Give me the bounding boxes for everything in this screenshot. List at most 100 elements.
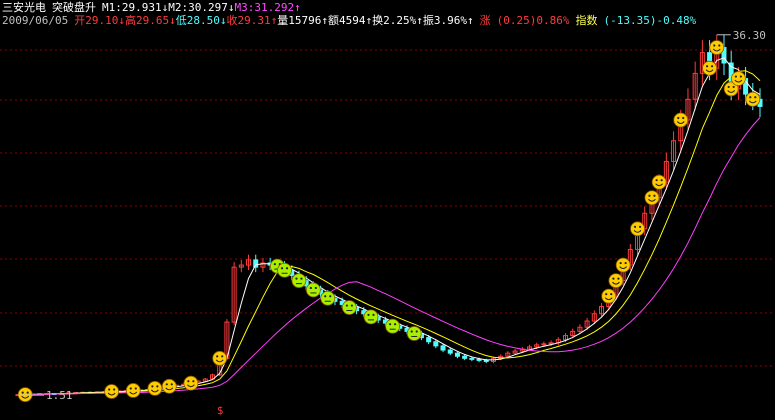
- smiley-eye: [610, 293, 613, 296]
- smiley-icon: [104, 384, 120, 399]
- smiley-face: [212, 350, 228, 366]
- smiley-face: [651, 174, 667, 190]
- smiley-eye: [26, 391, 29, 394]
- smiley-icon: [709, 40, 725, 55]
- smiley-face: [601, 288, 617, 304]
- smiley-eye: [653, 194, 656, 197]
- smiley-eye: [300, 277, 303, 280]
- candle-body: [426, 337, 432, 343]
- smiley-face: [147, 380, 163, 396]
- smiley-face: [644, 190, 660, 206]
- smiley-eye: [739, 75, 742, 78]
- smiley-eye: [410, 330, 413, 333]
- smiley-icon: [651, 174, 667, 190]
- smiley-face: [125, 383, 141, 398]
- candle-body: [440, 345, 446, 351]
- neutral-smiley-icon: [291, 273, 307, 289]
- smiley-eye: [21, 391, 24, 394]
- smiley-face: [709, 40, 725, 55]
- smiley-icon: [673, 112, 689, 128]
- max-price-label: 36.30: [733, 29, 766, 42]
- smiley-eye: [324, 295, 327, 298]
- neutral-smiley-icon: [277, 262, 292, 278]
- smiley-face: [615, 257, 631, 273]
- smiley-eye: [345, 304, 348, 307]
- signal-marker: $: [217, 404, 224, 417]
- ma-mid-line: [18, 70, 761, 396]
- smiley-icon: [644, 190, 660, 206]
- candle-body: [447, 349, 453, 354]
- smiley-face: [730, 71, 746, 86]
- smiley-icon: [615, 257, 631, 273]
- smiley-eye: [705, 65, 709, 68]
- smiley-eye: [273, 263, 276, 266]
- smiley-eye: [314, 286, 317, 290]
- smiley-eye: [151, 385, 154, 388]
- candle-body: [462, 355, 468, 359]
- smiley-face: [673, 112, 689, 128]
- smiley-eye: [394, 323, 397, 326]
- smiley-eye: [113, 388, 116, 391]
- ma-short-line: [18, 57, 761, 396]
- smiley-face: [385, 318, 401, 334]
- smiley-icon: [608, 273, 624, 289]
- neutral-smiley-icon: [341, 300, 357, 315]
- smiley-eye: [295, 277, 298, 280]
- smiley-icon: [17, 387, 33, 403]
- min-price-label: 1.51: [46, 389, 73, 402]
- smiley-face: [406, 326, 422, 341]
- smiley-eye: [389, 323, 392, 326]
- smiley-eye: [713, 44, 716, 47]
- smiley-eye: [134, 387, 137, 390]
- smiley-face: [363, 309, 379, 325]
- smiley-eye: [156, 385, 159, 388]
- smiley-eye: [165, 383, 168, 386]
- smiley-eye: [718, 44, 721, 47]
- smiley-icon: [161, 378, 177, 394]
- smiley-eye: [367, 313, 370, 316]
- smiley-eye: [605, 293, 608, 296]
- smiley-eye: [655, 179, 658, 182]
- smiley-eye: [677, 116, 680, 120]
- candlestick-chart[interactable]: 36.30 1.51 $: [0, 0, 775, 420]
- smiley-eye: [749, 96, 752, 99]
- smiley-icon: [745, 91, 761, 107]
- smiley-eye: [187, 380, 190, 383]
- candle-body: [253, 259, 259, 268]
- smiley-eye: [660, 179, 663, 182]
- neutral-smiley-icon: [363, 309, 379, 325]
- smiley-face: [745, 91, 761, 107]
- smiley-eye: [732, 85, 735, 89]
- smiley-face: [277, 262, 292, 278]
- smiley-face: [608, 273, 624, 289]
- smiley-eye: [108, 388, 111, 391]
- smiley-eye: [648, 194, 651, 197]
- smiley-icon: [601, 288, 617, 304]
- smiley-icon: [702, 60, 717, 76]
- smiley-eye: [638, 225, 642, 228]
- smiley-eye: [682, 116, 685, 120]
- neutral-smiley-icon: [305, 282, 321, 298]
- smiley-icon: [183, 375, 199, 391]
- smiley-face: [702, 60, 717, 76]
- candle-body: [483, 359, 489, 362]
- smiley-face: [17, 387, 33, 403]
- smiley-eye: [192, 380, 195, 383]
- smiley-icon: [730, 71, 746, 86]
- neutral-smiley-icon: [406, 326, 422, 341]
- candle-body: [433, 341, 439, 347]
- smiley-eye: [734, 75, 737, 78]
- smiley-icon: [125, 383, 141, 398]
- smiley-eye: [624, 261, 627, 265]
- smiley-face: [305, 282, 321, 298]
- smiley-eye: [170, 383, 173, 386]
- smiley-face: [630, 221, 645, 237]
- smiley-eye: [619, 261, 622, 265]
- smiley-eye: [633, 225, 637, 228]
- smiley-face: [161, 378, 177, 394]
- smiley-face: [291, 273, 307, 289]
- smiley-eye: [285, 267, 289, 270]
- smiley-face: [341, 300, 357, 315]
- smiley-eye: [415, 330, 418, 333]
- smiley-icon: [147, 380, 163, 396]
